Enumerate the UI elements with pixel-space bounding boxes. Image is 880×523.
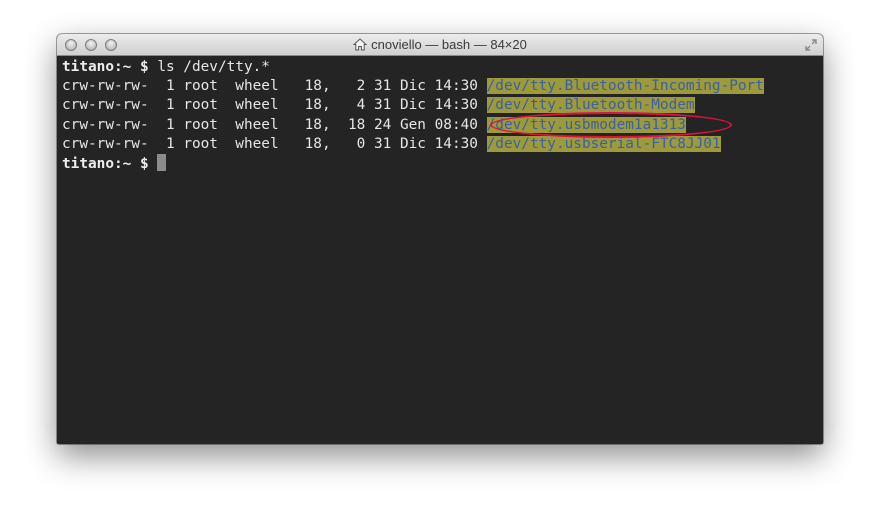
prompt-line: titano:~ $ bbox=[62, 153, 823, 173]
text-cursor bbox=[157, 153, 167, 171]
day: 24 bbox=[373, 116, 392, 133]
terminal-window: cnoviello — bash — 84×20 titano:~ $ ls /… bbox=[57, 34, 823, 444]
major: 18, bbox=[304, 135, 331, 152]
group: wheel bbox=[235, 78, 279, 95]
window-title: cnoviello — bash — 84×20 bbox=[371, 37, 527, 52]
minor: 18 bbox=[347, 116, 366, 133]
device-path: /dev/tty.Bluetooth-Modem bbox=[486, 97, 695, 114]
links: 1 bbox=[165, 97, 175, 114]
owner: root bbox=[183, 135, 218, 152]
home-icon bbox=[353, 38, 368, 51]
shell-prompt: titano:~ $ bbox=[62, 59, 158, 75]
group: wheel bbox=[235, 116, 279, 133]
time: 14:30 bbox=[434, 97, 478, 114]
owner: root bbox=[183, 78, 218, 95]
device-path: /dev/tty.usbmodem1a1313 bbox=[486, 116, 686, 133]
day: 31 bbox=[373, 78, 392, 95]
major: 18, bbox=[304, 116, 331, 133]
minor: 0 bbox=[356, 135, 366, 152]
time: 14:30 bbox=[434, 135, 478, 152]
listing-row: crw-rw-rw- 1 root wheel 18, 18 24 Gen 08… bbox=[62, 116, 823, 135]
time: 14:30 bbox=[434, 78, 478, 95]
perms: crw-rw-rw- bbox=[62, 78, 149, 95]
links: 1 bbox=[165, 135, 175, 152]
command-text: ls /dev/tty.* bbox=[157, 59, 270, 75]
fullscreen-icon[interactable] bbox=[804, 38, 818, 52]
shell-prompt: titano:~ $ bbox=[62, 155, 158, 172]
day: 31 bbox=[373, 135, 392, 152]
window-title-area: cnoviello — bash — 84×20 bbox=[57, 34, 823, 55]
perms: crw-rw-rw- bbox=[62, 97, 149, 114]
owner: root bbox=[183, 116, 218, 133]
owner: root bbox=[183, 97, 218, 114]
month: Gen bbox=[399, 116, 426, 133]
perms: crw-rw-rw- bbox=[62, 116, 149, 133]
listing-row: crw-rw-rw- 1 root wheel 18, 2 31 Dic 14:… bbox=[62, 77, 823, 96]
major: 18, bbox=[304, 97, 331, 114]
title-bar[interactable]: cnoviello — bash — 84×20 bbox=[57, 34, 823, 56]
group: wheel bbox=[235, 97, 279, 114]
month: Dic bbox=[399, 78, 426, 95]
listing-row: crw-rw-rw- 1 root wheel 18, 4 31 Dic 14:… bbox=[62, 96, 823, 115]
minor: 4 bbox=[356, 97, 366, 114]
group: wheel bbox=[235, 135, 279, 152]
listing-row: crw-rw-rw- 1 root wheel 18, 0 31 Dic 14:… bbox=[62, 135, 823, 154]
terminal-output[interactable]: titano:~ $ ls /dev/tty.* crw-rw-rw- 1 ro… bbox=[57, 56, 823, 444]
device-path: /dev/tty.Bluetooth-Incoming-Port bbox=[486, 78, 764, 95]
day: 31 bbox=[373, 97, 392, 114]
links: 1 bbox=[165, 116, 175, 133]
major: 18, bbox=[304, 78, 331, 95]
links: 1 bbox=[165, 78, 175, 95]
time: 08:40 bbox=[434, 116, 478, 133]
perms: crw-rw-rw- bbox=[62, 135, 149, 152]
command-line: titano:~ $ ls /dev/tty.* bbox=[62, 58, 823, 77]
month: Dic bbox=[399, 135, 426, 152]
month: Dic bbox=[399, 97, 426, 114]
minor: 2 bbox=[356, 78, 366, 95]
device-path: /dev/tty.usbserial-FTC8JJ01 bbox=[486, 135, 721, 152]
